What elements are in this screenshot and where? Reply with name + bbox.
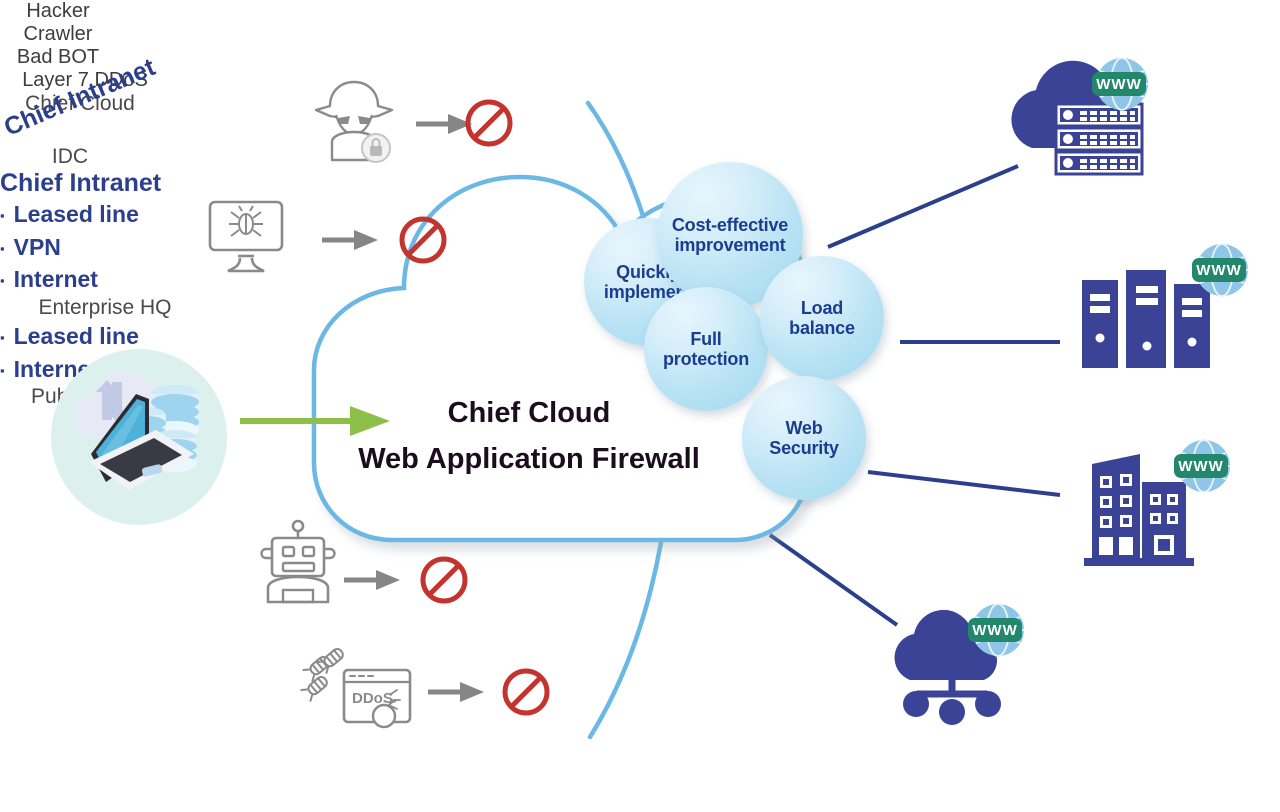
www-badge-chief-cloud: WWW <box>1092 57 1148 111</box>
crawler-icon <box>208 200 284 273</box>
svg-text:WWW: WWW <box>1196 262 1241 279</box>
svg-text:WWW: WWW <box>1178 458 1223 475</box>
feature-bubble-web-security[interactable]: Web Security <box>742 376 866 500</box>
waf-title-line2: Web Application Firewall <box>358 443 700 475</box>
hacker-icon <box>314 80 394 163</box>
layer7-ddos-flow-arrow <box>428 682 484 702</box>
diagram-canvas: Quickly implement Cost-effective improveme… <box>0 0 1280 812</box>
crawler-flow-arrow <box>322 230 378 250</box>
deny-icon-bad-bot <box>420 556 468 604</box>
feature-label: Web Security <box>769 417 839 458</box>
deny-icon-hacker <box>465 99 513 147</box>
bad-bot-flow-arrow <box>344 570 400 590</box>
feature-label: Load balance <box>789 297 855 338</box>
bad-bot-icon <box>260 519 336 604</box>
feature-label: Full protection <box>663 328 749 369</box>
deny-icon-layer7-ddos <box>502 668 550 716</box>
layer7-ddos-icon: DDoS <box>300 648 412 729</box>
www-badge-idc: WWW <box>1192 243 1248 297</box>
www-badge-public-cloud: WWW <box>968 603 1024 657</box>
feature-bubble-full-protection[interactable]: Full protection <box>644 287 768 411</box>
feature-label: Cost-effective improvement <box>671 214 789 255</box>
feature-bubble-load-balance[interactable]: Load balance <box>760 256 884 380</box>
source-flow-arrow <box>240 406 390 436</box>
svg-text:WWW: WWW <box>972 622 1017 639</box>
deny-icon-crawler <box>399 216 447 264</box>
www-badge-enterprise-hq: WWW <box>1174 439 1230 493</box>
source-data-icon <box>51 349 227 525</box>
svg-text:WWW: WWW <box>1096 76 1141 93</box>
